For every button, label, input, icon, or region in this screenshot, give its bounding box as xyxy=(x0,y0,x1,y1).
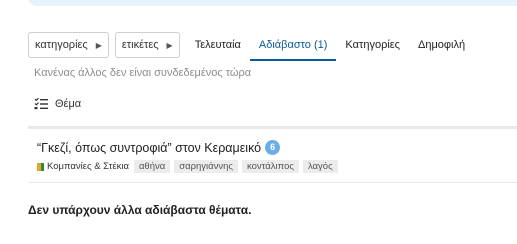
tags-dropdown[interactable]: ετικέτες ▶ xyxy=(114,32,180,58)
nav-top[interactable]: Δημοφιλή xyxy=(409,32,474,58)
nav-categories[interactable]: Κατηγορίες xyxy=(336,32,409,58)
tag-athina[interactable]: αθήνα xyxy=(133,160,171,173)
header-divider xyxy=(28,126,517,129)
category-color-icon xyxy=(37,162,44,171)
topic-list-header: Θέμα xyxy=(34,98,81,110)
row-divider xyxy=(28,182,517,183)
nav-latest[interactable]: Τελευταία xyxy=(186,32,250,58)
caret-right-icon: ▶ xyxy=(166,40,173,50)
caret-right-icon: ▶ xyxy=(95,40,102,50)
presence-status: Κανένας άλλος δεν είναι συνδεδεμένος τώρ… xyxy=(34,67,252,79)
tags-dropdown-label: ετικέτες xyxy=(121,39,159,51)
topic-row-title: “Γκεζί, όπως συντροφιά” στον Κεραμεικό 6 xyxy=(37,140,281,155)
topic-navigation: κατηγορίες ▶ ετικέτες ▶ Τελευταία Αδιάβα… xyxy=(28,31,474,61)
categories-dropdown[interactable]: κατηγορίες ▶ xyxy=(28,32,109,58)
no-more-unread-message: Δεν υπάρχουν άλλα αδιάβαστα θέματα. xyxy=(28,203,252,217)
sort-list-icon[interactable] xyxy=(34,98,48,110)
tag-sarigiannis[interactable]: σαρηγιάννης xyxy=(174,160,239,173)
category-link[interactable]: Κομπανίες & Στέκια xyxy=(47,161,129,172)
topic-meta: Κομπανίες & Στέκια αθήνα σαρηγιάννης κον… xyxy=(37,160,342,173)
categories-dropdown-label: κατηγορίες xyxy=(35,39,88,51)
tag-kontalipos[interactable]: κοντάλιπος xyxy=(242,160,299,173)
topic-title-link[interactable]: “Γκεζί, όπως συντροφιά” στον Κεραμεικό xyxy=(37,141,261,155)
topic-column-label[interactable]: Θέμα xyxy=(55,98,81,110)
top-banner xyxy=(28,0,517,6)
tag-lagos[interactable]: λαγός xyxy=(302,160,338,173)
unread-count-badge[interactable]: 6 xyxy=(265,140,281,155)
nav-unread[interactable]: Αδιάβαστο (1) xyxy=(249,32,337,61)
